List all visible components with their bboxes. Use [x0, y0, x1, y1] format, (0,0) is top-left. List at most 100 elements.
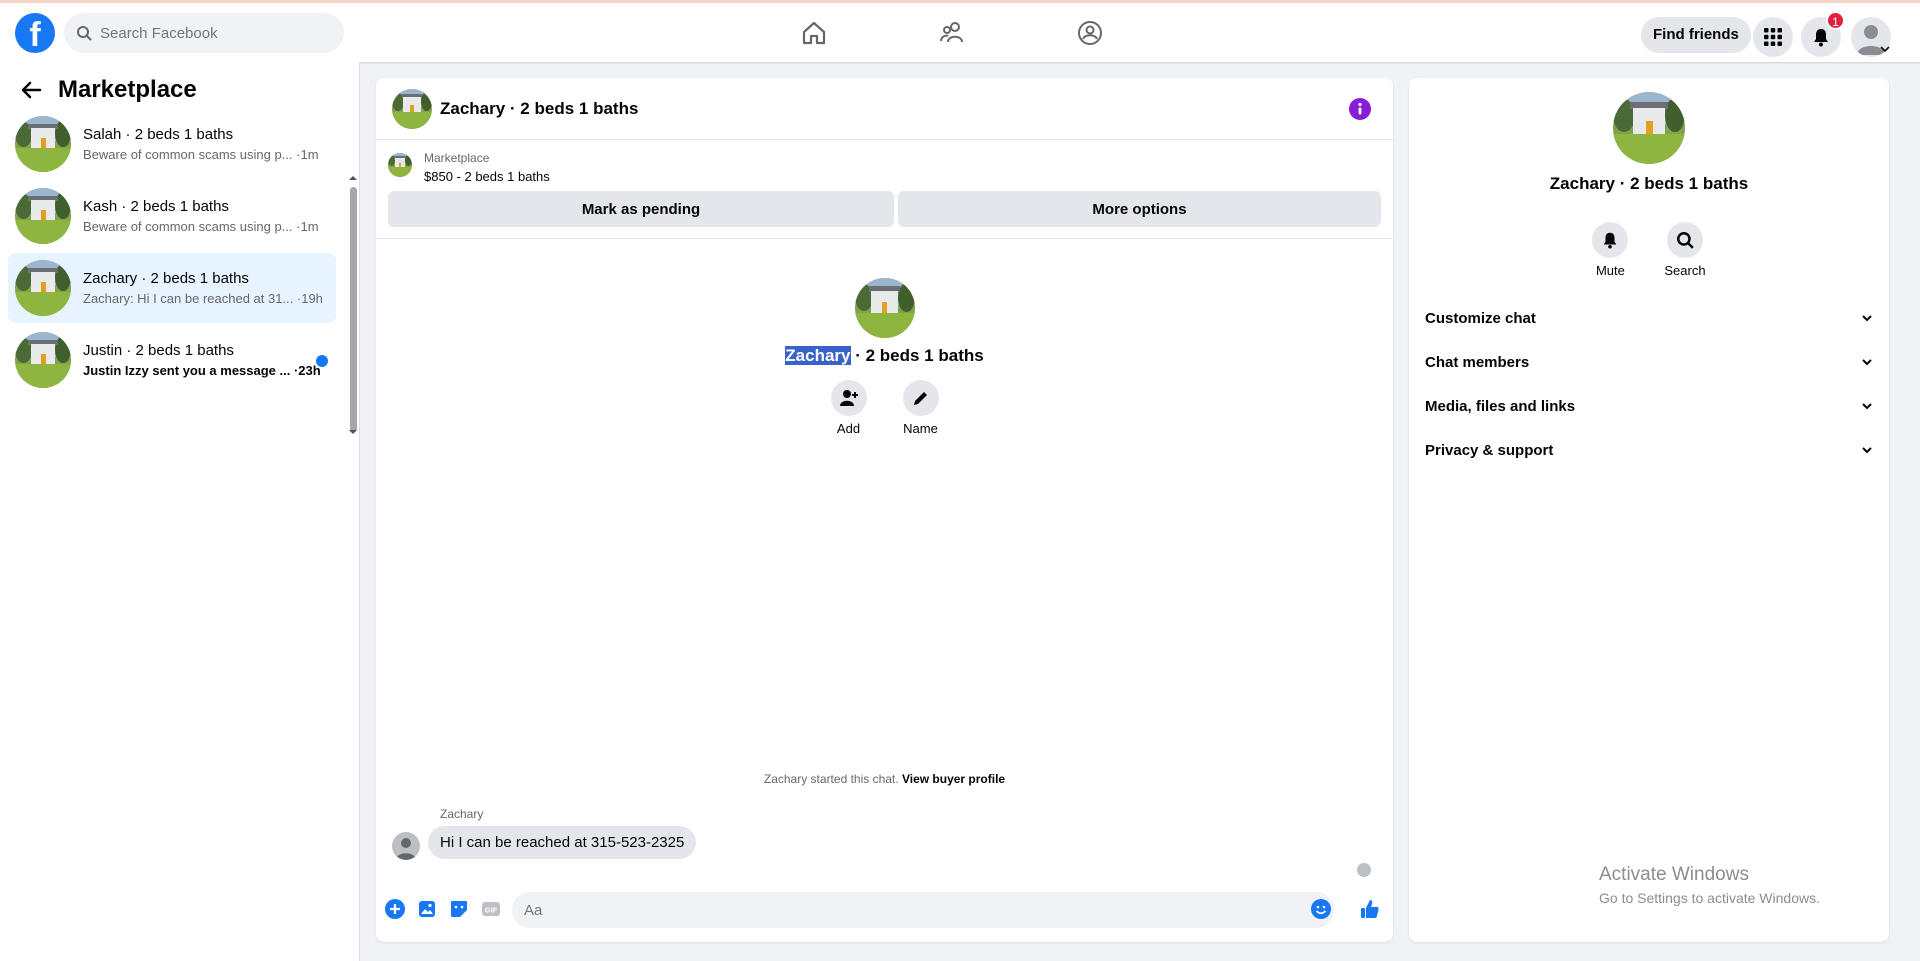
chat-header-thumbnail[interactable] — [392, 88, 432, 129]
conversation-name: Zachary · 2 beds 1 baths — [83, 270, 249, 287]
conversation-snippet: Justin Izzy sent you a message ... ·23h — [83, 363, 321, 378]
plus-icon[interactable] — [384, 898, 406, 920]
conversation-snippet: Beware of common scams using p... ·1m — [83, 147, 319, 162]
add-person-icon — [839, 390, 858, 406]
add-people-action[interactable]: Add — [830, 380, 867, 436]
divider — [376, 238, 1393, 239]
thumbs-up-icon[interactable] — [1359, 898, 1381, 920]
emoji-icon[interactable] — [1310, 898, 1332, 920]
view-buyer-profile-link[interactable]: View buyer profile — [902, 772, 1005, 786]
section-label: Customize chat — [1425, 309, 1536, 327]
watermark-title: Activate Windows — [1599, 864, 1749, 885]
panel-chat-name: Zachary · 2 beds 1 baths — [1549, 174, 1749, 193]
search-label: Search — [1664, 263, 1706, 278]
chat-window: Zachary · 2 beds 1 baths Marketplace $85… — [376, 78, 1393, 942]
conversation-sidebar: Marketplace Salah · 2 beds 1 baths Bewar… — [0, 62, 360, 961]
add-label: Add — [836, 421, 861, 436]
conversation-name: Salah · 2 beds 1 baths — [83, 126, 234, 143]
name-chat-action[interactable]: Name — [902, 380, 939, 436]
conversation-item[interactable]: Kash · 2 beds 1 baths Beware of common s… — [8, 181, 336, 251]
listing-source: Marketplace — [424, 151, 490, 165]
search-box[interactable] — [64, 13, 344, 53]
message-sender: Zachary — [440, 807, 484, 821]
unread-indicator — [316, 355, 328, 367]
profile-silhouette-icon — [396, 838, 416, 860]
mute-label: Mute — [1595, 263, 1625, 278]
message-composer: GIF — [376, 886, 1393, 934]
scroll-thumb[interactable] — [350, 187, 357, 432]
windows-activation-watermark: Activate Windows Go to Settings to activ… — [1599, 864, 1820, 906]
svg-text:GIF: GIF — [485, 906, 498, 915]
chat-info-panel: Zachary · 2 beds 1 baths Mute Search Cus… — [1409, 78, 1889, 942]
watermark-subtitle: Go to Settings to activate Windows. — [1599, 890, 1820, 906]
notification-badge: 1 — [1826, 11, 1845, 30]
intro-title: Zachary · 2 beds 1 baths — [376, 346, 1393, 366]
search-action[interactable]: Search — [1664, 222, 1706, 278]
search-input[interactable] — [100, 24, 320, 42]
conversation-name: Kash · 2 beds 1 baths — [83, 198, 229, 215]
chevron-down-icon — [1862, 403, 1872, 410]
photo-icon[interactable] — [416, 898, 438, 920]
seen-indicator-icon — [1357, 863, 1371, 877]
search-icon — [77, 26, 92, 41]
sticker-icon[interactable] — [448, 898, 470, 920]
gif-icon[interactable]: GIF — [480, 898, 502, 920]
info-icon[interactable] — [1349, 98, 1371, 120]
back-arrow-icon[interactable] — [20, 80, 42, 100]
section-label: Privacy & support — [1425, 441, 1554, 459]
friends-icon[interactable] — [939, 19, 967, 47]
chat-title[interactable]: Zachary · 2 beds 1 baths — [440, 99, 638, 119]
top-navigation-bar: f Find friends 1 — [0, 0, 1920, 62]
groups-icon[interactable] — [1076, 19, 1104, 47]
conversation-item-active[interactable]: Zachary · 2 beds 1 baths Zachary: Hi I c… — [8, 253, 336, 323]
conversation-snippet: Zachary: Hi I can be reached at 31... ·1… — [83, 291, 323, 306]
mark-pending-button[interactable]: Mark as pending — [388, 191, 894, 227]
name-label: Name — [903, 421, 938, 436]
listing-small-thumbnail[interactable] — [388, 153, 412, 177]
more-options-button[interactable]: More options — [898, 191, 1381, 227]
chevron-down-icon — [1862, 315, 1872, 322]
chat-started-note: Zachary started this chat. View buyer pr… — [376, 772, 1393, 786]
bell-icon — [1604, 232, 1617, 249]
media-files-links-section[interactable]: Media, files and links — [1425, 388, 1873, 424]
chat-members-section[interactable]: Chat members — [1425, 344, 1873, 380]
sidebar-scrollbar[interactable] — [348, 107, 358, 434]
grid-menu-icon — [1764, 28, 1782, 46]
scroll-up-arrow-icon[interactable] — [348, 175, 358, 181]
customize-chat-section[interactable]: Customize chat — [1425, 300, 1873, 336]
mute-action[interactable]: Mute — [1592, 222, 1629, 278]
sidebar-header: Marketplace — [20, 76, 197, 104]
privacy-support-section[interactable]: Privacy & support — [1425, 432, 1873, 468]
conversation-snippet: Beware of common scams using p... ·1m — [83, 219, 319, 234]
intro-title-rest: · 2 beds 1 baths — [850, 346, 984, 365]
facebook-logo[interactable]: f — [15, 13, 55, 53]
conversation-name: Justin · 2 beds 1 baths — [83, 342, 234, 359]
scroll-down-arrow-icon[interactable] — [348, 429, 358, 435]
account-chevron-icon[interactable] — [1880, 45, 1890, 53]
section-label: Chat members — [1425, 353, 1530, 371]
started-text: Zachary started this chat. — [763, 772, 899, 786]
bell-icon — [1814, 29, 1828, 47]
chevron-down-icon — [1862, 359, 1872, 366]
chat-header: Zachary · 2 beds 1 baths — [376, 78, 1393, 140]
notifications-button[interactable]: 1 — [1801, 11, 1845, 57]
listing-bar: Marketplace $850 - 2 beds 1 baths Mark a… — [376, 141, 1393, 241]
pencil-icon — [913, 392, 927, 405]
selected-text: Zachary — [785, 346, 851, 365]
listing-thumbnail — [15, 116, 71, 172]
chevron-down-icon — [1862, 447, 1872, 454]
find-friends-button[interactable]: Find friends — [1641, 17, 1751, 53]
message-input[interactable] — [512, 892, 1334, 928]
home-icon[interactable] — [800, 19, 828, 47]
sender-avatar[interactable] — [392, 832, 420, 860]
message-bubble[interactable]: Hi I can be reached at 315-523-2325 — [428, 826, 697, 859]
sidebar-title: Marketplace — [58, 76, 197, 103]
chat-intro: Zachary · 2 beds 1 baths Add Name — [376, 278, 1393, 436]
listing-thumbnail — [15, 260, 71, 316]
menu-button[interactable] — [1753, 17, 1793, 57]
conversation-item[interactable]: Justin · 2 beds 1 baths Justin Izzy sent… — [8, 325, 336, 395]
listing-thumbnail — [15, 188, 71, 244]
conversation-item[interactable]: Salah · 2 beds 1 baths Beware of common … — [8, 109, 336, 179]
listing-price[interactable]: $850 - 2 beds 1 baths — [424, 169, 550, 184]
listing-thumbnail — [15, 332, 71, 388]
